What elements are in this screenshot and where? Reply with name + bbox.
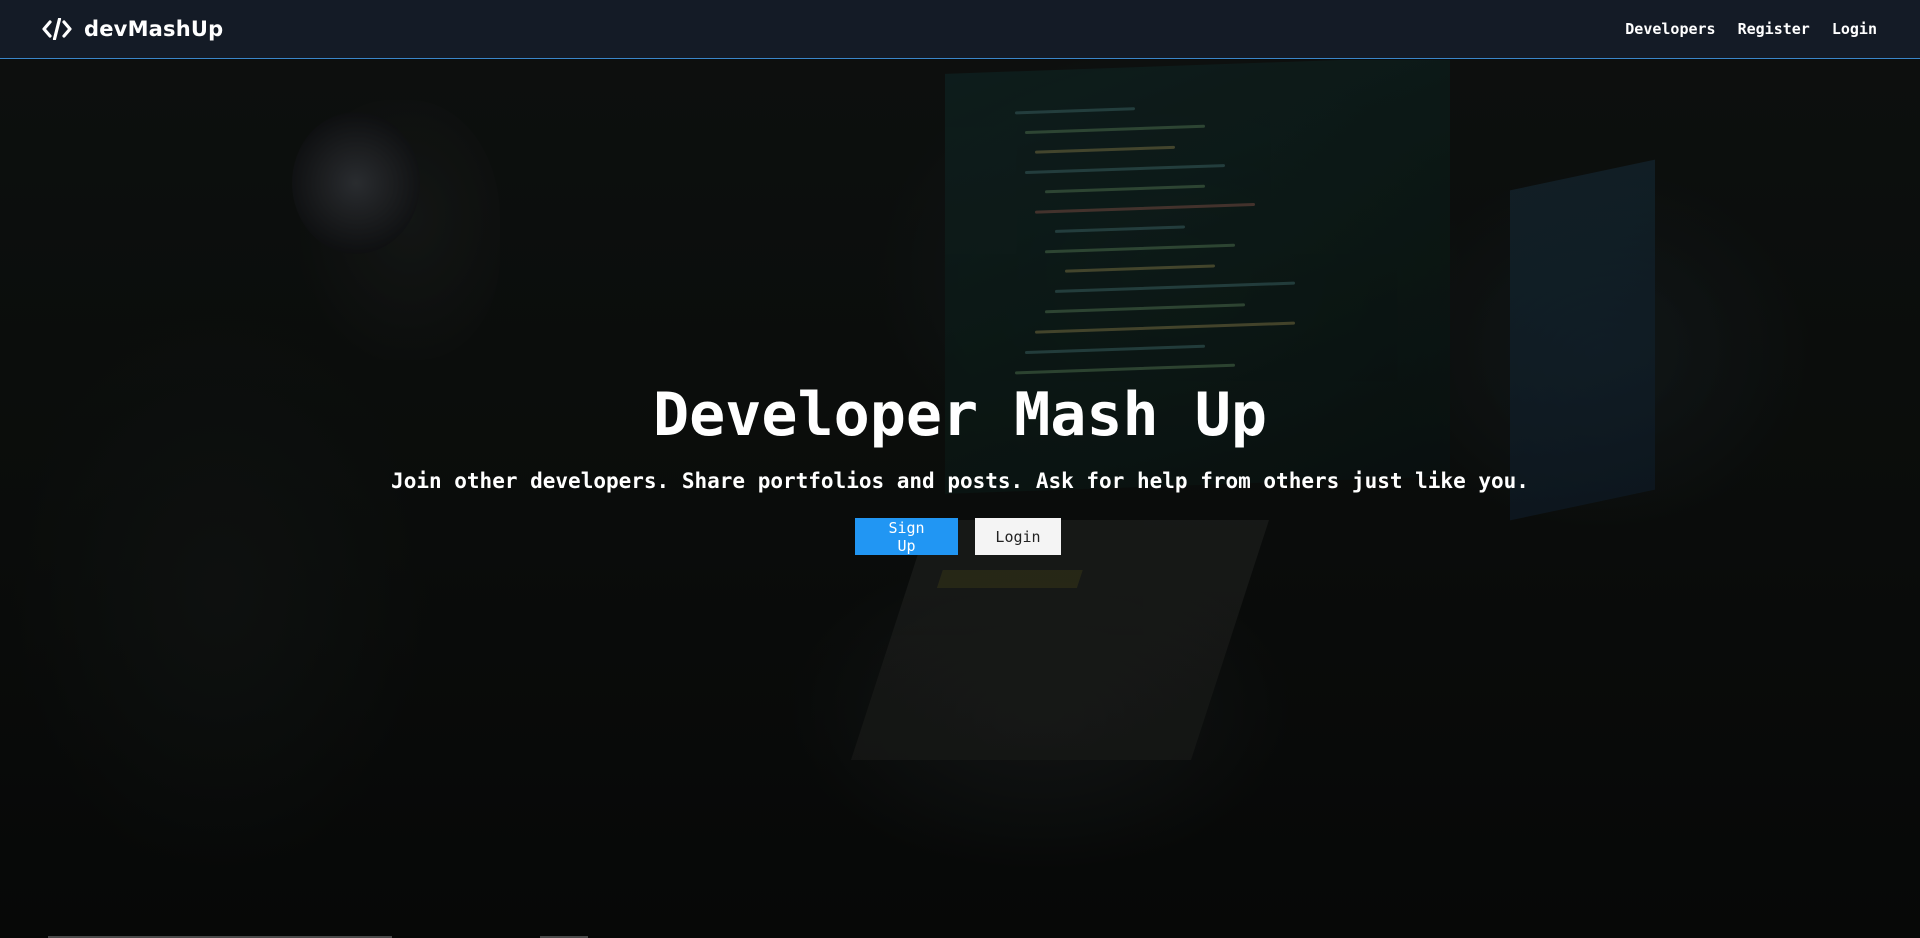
hero-buttons: Sign Up Login <box>0 518 1920 555</box>
nav-links: Developers Register Login <box>1625 20 1877 38</box>
nav-link-register[interactable]: Register <box>1738 20 1810 38</box>
nav-link-login[interactable]: Login <box>1832 20 1877 38</box>
code-icon <box>42 18 72 40</box>
navbar: devMashUp Developers Register Login <box>0 0 1920 59</box>
login-button[interactable]: Login <box>975 518 1061 555</box>
hero-title: Developer Mash Up <box>652 380 1268 450</box>
brand-name: devMashUp <box>84 17 224 41</box>
hero-lead: Join other developers. Share portfolios … <box>391 469 1529 493</box>
sign-up-button[interactable]: Sign Up <box>855 518 958 555</box>
brand-link[interactable]: devMashUp <box>42 17 223 41</box>
hero-content: Developer Mash Up Join other developers.… <box>0 380 1920 555</box>
nav-link-developers[interactable]: Developers <box>1625 20 1715 38</box>
